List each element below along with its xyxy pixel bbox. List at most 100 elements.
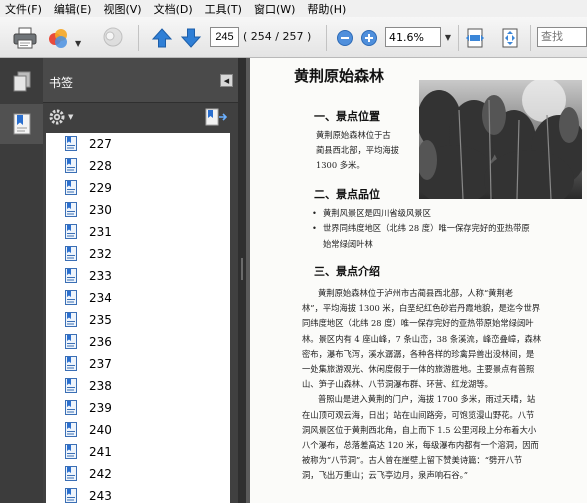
comment-button[interactable] <box>100 25 126 51</box>
zoom-out-button[interactable] <box>332 25 358 51</box>
bookmark-item[interactable]: 231 <box>46 221 230 243</box>
zoom-level-field[interactable]: 41.6% <box>385 27 441 47</box>
splitter-grip[interactable] <box>241 258 243 280</box>
document-title: 黄荆原始森林 <box>294 67 385 85</box>
bookmark-options-button[interactable] <box>48 108 66 129</box>
bookmark-label: 238 <box>89 379 112 393</box>
toolbar: ▼ ( 254 / 257 ) 41.6% ▼ <box>0 17 587 58</box>
bookmark-item[interactable]: 241 <box>46 441 230 463</box>
forest-photo <box>419 80 582 199</box>
bookmark-item[interactable]: 233 <box>46 265 230 287</box>
page-number-input[interactable] <box>210 27 239 47</box>
body-line: 密布，瀑布飞泻，溪水潺潺，各种各样的珍禽异兽出没林间，是 <box>302 348 535 359</box>
menu-tools[interactable]: 工具(T) <box>205 1 242 17</box>
bookmark-label: 232 <box>89 247 112 261</box>
menu-view[interactable]: 视图(V) <box>103 1 141 17</box>
bookmarks-title: 书签 <box>49 76 74 90</box>
bookmarks-panel-button[interactable] <box>0 104 43 144</box>
bookmark-label: 239 <box>89 401 112 415</box>
menu-help[interactable]: 帮助(H) <box>307 1 346 17</box>
bookmark-icon <box>65 312 77 327</box>
bookmark-label: 235 <box>89 313 112 327</box>
previous-page-button[interactable] <box>149 25 175 51</box>
printer-icon <box>13 27 37 49</box>
collapse-panel-button[interactable]: ◀ <box>220 74 233 87</box>
bookmark-item[interactable]: 235 <box>46 309 230 331</box>
arrow-up-icon <box>151 28 173 48</box>
bookmark-icon <box>65 466 77 481</box>
zoom-in-button[interactable] <box>356 25 382 51</box>
menu-edit[interactable]: 编辑(E) <box>54 1 92 17</box>
bookmark-label: 237 <box>89 357 112 371</box>
zoom-dropdown-icon[interactable]: ▼ <box>442 27 454 47</box>
bookmark-item[interactable]: 240 <box>46 419 230 441</box>
toolbar-separator <box>326 25 327 51</box>
toolbar-separator <box>138 25 139 51</box>
bookmark-item[interactable]: 238 <box>46 375 230 397</box>
bookmark-icon <box>65 334 77 349</box>
bookmark-item[interactable]: 242 <box>46 463 230 485</box>
print-button[interactable] <box>12 25 38 51</box>
menu-window[interactable]: 窗口(W) <box>254 1 295 17</box>
toolbar-separator <box>458 25 459 51</box>
bookmark-item[interactable]: 237 <box>46 353 230 375</box>
expand-bookmark-button[interactable] <box>205 108 228 129</box>
menu-document[interactable]: 文档(D) <box>154 1 193 17</box>
bookmark-icon <box>65 136 77 151</box>
body-line: 在山顶可观云海，日出；站在山间路旁，可饱览漫山野花。八节 <box>302 409 535 420</box>
bookmark-icon <box>65 290 77 305</box>
panel-splitter[interactable] <box>238 58 246 503</box>
bookmark-icon <box>65 202 77 217</box>
comment-bubble-icon <box>103 27 123 47</box>
bookmark-item[interactable]: 236 <box>46 331 230 353</box>
bookmark-icon <box>65 268 77 283</box>
fit-page-icon <box>502 28 518 48</box>
options-dropdown-icon[interactable]: ▼ <box>68 113 73 121</box>
bookmark-item[interactable]: 239 <box>46 397 230 419</box>
menu-file[interactable]: 文件(F) <box>5 1 42 17</box>
bookmark-item[interactable]: 229 <box>46 177 230 199</box>
bookmark-icon <box>65 246 77 261</box>
bookmark-icon <box>65 444 77 459</box>
fit-width-button[interactable] <box>462 25 488 51</box>
body-line: 洞风景区位于黄荆西北角，自上而下 1.5 公里河段上分布着大小 <box>302 424 537 435</box>
document-viewport[interactable]: 黄荆原始森林 一、景点位置 黄荆原始森林位于古 蔺县西北部，平均海拔 1300 … <box>246 58 587 503</box>
bookmark-label: 227 <box>89 137 112 151</box>
navigation-strip <box>0 58 43 503</box>
toolbar-separator <box>530 25 531 51</box>
share-button[interactable] <box>46 25 72 51</box>
location-line: 蔺县西北部，平均海拔 <box>316 145 399 156</box>
share-dropdown-icon[interactable]: ▼ <box>75 39 81 48</box>
bullet-continuation: 始常绿阔叶林 <box>323 238 373 249</box>
body-line: 普照山是进入黄荆的门户，海拔 1700 多米，雨过天晴，站 <box>318 394 536 405</box>
bookmark-item[interactable]: 243 <box>46 485 230 503</box>
body-line: 八个瀑布，总落差高达 120 米，每级瀑布内都有一个溶洞，因而 <box>302 440 539 451</box>
fit-width-icon <box>466 28 484 48</box>
bookmark-item[interactable]: 234 <box>46 287 230 309</box>
bookmark-item[interactable]: 227 <box>46 133 230 155</box>
body-line: 林。景区内有 4 座山峰，7 条山峦，38 条溪流，峰峦叠嶂，森林 <box>302 333 542 344</box>
gear-icon <box>49 109 65 125</box>
bookmark-item[interactable]: 230 <box>46 199 230 221</box>
body-line: 黄荆原始森林位于泸州市古蔺县西北部，人称“黄荆老 <box>318 288 514 298</box>
bookmark-label: 240 <box>89 423 112 437</box>
bookmark-label: 234 <box>89 291 112 305</box>
bookmark-scrollbar[interactable] <box>230 133 238 503</box>
bookmark-item[interactable]: 228 <box>46 155 230 177</box>
body-line: 林”，平均海拔 1300 米，白垩纪红色砂岩丹霞地貌，是迄今世界 <box>302 303 541 314</box>
bookmark-icon <box>65 488 77 503</box>
bookmark-label: 242 <box>89 467 112 481</box>
body-line: 洞，飞出万重山；云飞亭边月，泉声响石谷。” <box>302 470 469 481</box>
bookmark-item[interactable]: 232 <box>46 243 230 265</box>
share-icon <box>49 29 67 48</box>
fit-page-button[interactable] <box>497 25 523 51</box>
bookmarks-panel: 书签 ◀ ▼ 227 228 229 230 231 232 233 234 235 236 237… <box>43 58 238 503</box>
next-page-button[interactable] <box>178 25 204 51</box>
section-heading-intro: 三、景点介绍 <box>314 265 380 278</box>
bookmark-icon <box>65 356 77 371</box>
pages-panel-button[interactable] <box>0 62 43 102</box>
quality-bullets: 黄荆风景区是四川省级风景区 世界同纬度地区（北纬 28 度）唯一保存完好的亚热带… <box>312 206 582 252</box>
search-input[interactable] <box>537 27 587 47</box>
bookmark-label: 243 <box>89 489 112 503</box>
bookmark-list: 227 228 229 230 231 232 233 234 235 236 237 238 239 2… <box>46 133 230 503</box>
